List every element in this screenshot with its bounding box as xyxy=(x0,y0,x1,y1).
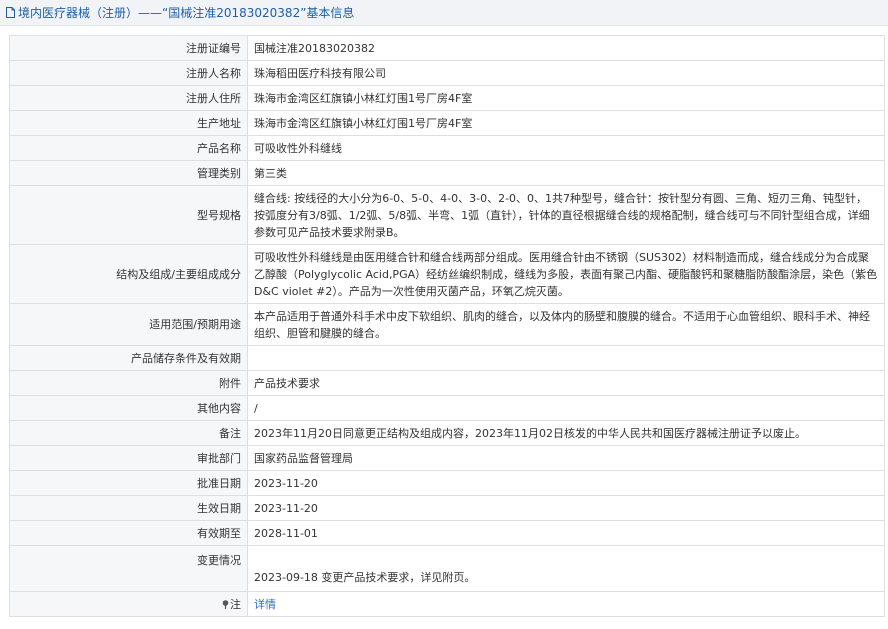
row-value: 国械注准20183020382 xyxy=(247,35,885,61)
row-value: 珠海市金湾区红旗镇小林红灯围1号厂房4F室 xyxy=(247,110,885,136)
table-row: 注册证编号 国械注准20183020382 xyxy=(9,35,885,61)
row-label: 有效期至 xyxy=(9,520,248,546)
row-label: 生产地址 xyxy=(9,110,248,136)
row-value: 珠海稻田医疗科技有限公司 xyxy=(247,60,885,86)
document-icon xyxy=(6,7,15,18)
row-label: 变更情况 xyxy=(9,545,248,592)
table-row: 批准日期 2023-11-20 xyxy=(9,470,885,496)
row-value xyxy=(247,345,885,371)
row-value: 2023年11月20日同意更正结构及组成内容，2023年11月02日核发的中华人… xyxy=(247,420,885,446)
row-label: 管理类别 xyxy=(9,160,248,186)
row-label: 注册证编号 xyxy=(9,35,248,61)
table-row-note: 注 详情 xyxy=(9,591,885,617)
table-row: 管理类别 第三类 xyxy=(9,160,885,186)
row-value: 缝合线: 按线径的大小分为6-0、5-0、4-0、3-0、2-0、0、1共7种型… xyxy=(247,185,885,245)
row-label: 备注 xyxy=(9,420,248,446)
row-label: 注 xyxy=(9,591,248,617)
info-table-container: 注册证编号 国械注准20183020382 注册人名称 珠海稻田医疗科技有限公司… xyxy=(9,35,885,617)
table-row: 产品名称 可吸收性外科缝线 xyxy=(9,135,885,161)
table-row: 生产地址 珠海市金湾区红旗镇小林红灯围1号厂房4F室 xyxy=(9,110,885,136)
table-row: 变更情况 2023-09-18 变更产品技术要求，详见附页。 xyxy=(9,545,885,592)
row-value: 国家药品监督管理局 xyxy=(247,445,885,471)
row-value: 可吸收性外科缝线是由医用缝合针和缝合线两部分组成。医用缝合针由不锈钢（SUS30… xyxy=(247,244,885,304)
row-value: 2023-11-20 xyxy=(247,495,885,521)
table-row: 型号规格 缝合线: 按线径的大小分为6-0、5-0、4-0、3-0、2-0、0、… xyxy=(9,185,885,245)
row-label: 批准日期 xyxy=(9,470,248,496)
note-label: 注 xyxy=(230,597,241,611)
row-label: 其他内容 xyxy=(9,395,248,421)
row-label: 生效日期 xyxy=(9,495,248,521)
row-value: 2023-11-20 xyxy=(247,470,885,496)
row-label: 注册人住所 xyxy=(9,85,248,111)
row-label: 结构及组成/主要组成成分 xyxy=(9,244,248,304)
table-row: 备注 2023年11月20日同意更正结构及组成内容，2023年11月02日核发的… xyxy=(9,420,885,446)
table-row: 产品储存条件及有效期 xyxy=(9,345,885,371)
table-row: 其他内容 / xyxy=(9,395,885,421)
row-value: 2028-11-01 xyxy=(247,520,885,546)
table-row: 注册人住所 珠海市金湾区红旗镇小林红灯围1号厂房4F室 xyxy=(9,85,885,111)
row-label: 产品名称 xyxy=(9,135,248,161)
table-row: 审批部门 国家药品监督管理局 xyxy=(9,445,885,471)
row-value: 2023-09-18 变更产品技术要求，详见附页。 xyxy=(247,545,885,592)
table-row: 注册人名称 珠海稻田医疗科技有限公司 xyxy=(9,60,885,86)
table-row: 附件 产品技术要求 xyxy=(9,370,885,396)
row-label: 注册人名称 xyxy=(9,60,248,86)
row-value: 第三类 xyxy=(247,160,885,186)
row-value: / xyxy=(247,395,885,421)
row-label: 适用范围/预期用途 xyxy=(9,303,248,346)
table-row: 生效日期 2023-11-20 xyxy=(9,495,885,521)
row-value: 珠海市金湾区红旗镇小林红灯围1号厂房4F室 xyxy=(247,85,885,111)
page-title: 境内医疗器械（注册）——“国械注准20183020382”基本信息 xyxy=(18,6,355,20)
row-value: 本产品适用于普通外科手术中皮下软组织、肌肉的缝合，以及体内的肠壁和腹膜的缝合。不… xyxy=(247,303,885,346)
details-link[interactable]: 详情 xyxy=(254,598,276,611)
row-value: 详情 xyxy=(247,591,885,617)
table-row: 有效期至 2028-11-01 xyxy=(9,520,885,546)
row-label: 附件 xyxy=(9,370,248,396)
info-table: 注册证编号 国械注准20183020382 注册人名称 珠海稻田医疗科技有限公司… xyxy=(9,35,885,617)
table-row: 结构及组成/主要组成成分 可吸收性外科缝线是由医用缝合针和缝合线两部分组成。医用… xyxy=(9,244,885,304)
row-label: 产品储存条件及有效期 xyxy=(9,345,248,371)
row-value: 可吸收性外科缝线 xyxy=(247,135,885,161)
row-label: 审批部门 xyxy=(9,445,248,471)
pin-icon xyxy=(222,599,229,609)
row-label: 型号规格 xyxy=(9,185,248,245)
row-value: 产品技术要求 xyxy=(247,370,885,396)
page-header: 境内医疗器械（注册）——“国械注准20183020382”基本信息 xyxy=(0,0,888,26)
table-row: 适用范围/预期用途 本产品适用于普通外科手术中皮下软组织、肌肉的缝合，以及体内的… xyxy=(9,303,885,346)
